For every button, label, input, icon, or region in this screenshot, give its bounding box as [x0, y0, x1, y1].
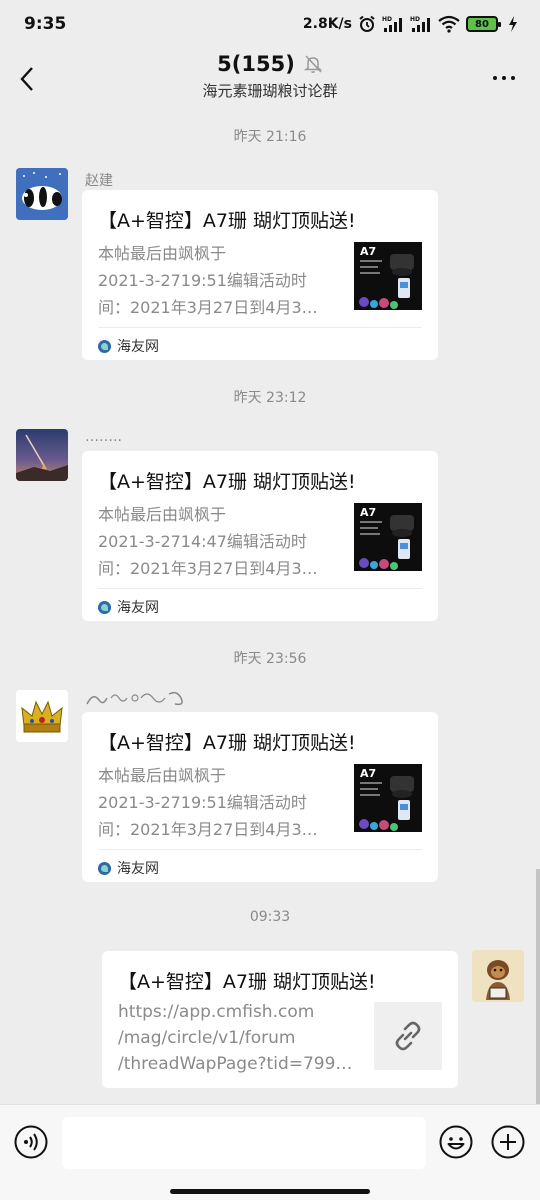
my-avatar[interactable]	[472, 950, 524, 1002]
mute-bell-icon	[303, 55, 323, 73]
scrollbar[interactable]	[536, 869, 540, 1104]
home-indicator[interactable]	[170, 1189, 370, 1194]
card-description: 本帖最后由飒枫于 2021-3-2719:51编辑活动时 间：2021年3月27…	[98, 244, 318, 317]
card-divider	[98, 849, 422, 850]
back-button[interactable]	[14, 62, 40, 96]
source-logo-icon	[98, 600, 111, 614]
message-timestamp: 昨天 21:16	[233, 129, 307, 145]
status-icons: 2.8K/s HD HD 80	[303, 15, 518, 33]
card-divider	[98, 327, 422, 328]
svg-text:HD: HD	[382, 16, 392, 23]
card-title: 【A+智控】A7珊 瑚灯顶贴送!	[98, 471, 356, 493]
wifi-icon	[438, 15, 460, 33]
avatar[interactable]	[16, 168, 68, 220]
more-button[interactable]	[490, 66, 518, 90]
svg-text:HD: HD	[410, 16, 420, 23]
card-source: 海友网	[98, 336, 159, 356]
card-description: 本帖最后由飒枫于 2021-3-2714:47编辑活动时 间：2021年3月27…	[98, 505, 318, 578]
chat-title-row: 5(155)	[217, 52, 323, 76]
charging-icon	[508, 16, 518, 32]
voice-button[interactable]	[14, 1125, 48, 1159]
card-thumbnail: A7	[354, 764, 422, 832]
message-timestamp: 昨天 23:56	[233, 651, 307, 667]
battery-level: 80	[475, 18, 489, 30]
sender-name-decorative	[85, 688, 189, 714]
back-icon	[20, 67, 33, 91]
emoji-button[interactable]	[439, 1125, 473, 1159]
source-logo-icon	[98, 861, 111, 875]
chat-subtitle: 海元素珊瑚粮讨论群	[202, 82, 338, 100]
source-name: 海友网	[117, 600, 159, 616]
card-title: 【A+智控】A7珊 瑚灯顶贴送!	[98, 732, 356, 754]
link-card-message[interactable]: 【A+智控】A7珊 瑚灯顶贴送! 本帖最后由飒枫于 2021-3-2719:51…	[82, 190, 438, 360]
sender-name: ……..	[85, 429, 122, 445]
more-functions-button[interactable]	[491, 1125, 525, 1159]
link-url: https://app.cmfish.com /mag/circle/v1/fo…	[118, 1002, 353, 1074]
message-timestamp: 09:33	[249, 909, 291, 925]
message-input[interactable]	[62, 1117, 426, 1169]
alarm-icon	[358, 15, 376, 33]
card-divider	[98, 588, 422, 589]
source-name: 海友网	[117, 339, 159, 355]
more-icon	[493, 76, 515, 80]
source-name: 海友网	[117, 861, 159, 877]
avatar[interactable]	[16, 690, 68, 742]
source-logo-icon	[98, 339, 111, 353]
network-speed: 2.8K/s	[302, 16, 352, 32]
avatar[interactable]	[16, 429, 68, 481]
card-description: 本帖最后由飒枫于 2021-3-2719:51编辑活动时 间：2021年3月27…	[98, 766, 318, 839]
message-timestamp: 昨天 23:12	[233, 390, 307, 406]
card-title: 【A+智控】A7珊 瑚灯顶贴送!	[98, 210, 356, 232]
card-source: 海友网	[98, 858, 159, 878]
link-card-message[interactable]: 【A+智控】A7珊 瑚灯顶贴送! 本帖最后由飒枫于 2021-3-2714:47…	[82, 451, 438, 621]
decorative-name-graphic	[86, 691, 183, 706]
chat-messages[interactable]: 昨天 21:16 赵建 【A+智控】A7珊 瑚灯顶贴送! 本帖最后由飒枫于 20…	[0, 112, 540, 1104]
card-thumbnail: A7	[354, 503, 422, 571]
chat-title-area[interactable]: 5(155) 海元素珊瑚粮讨论群	[110, 52, 430, 101]
card-source: 海友网	[98, 597, 159, 617]
emoji-icon	[439, 1125, 473, 1159]
link-title: 【A+智控】A7珊 瑚灯顶贴送!	[118, 971, 376, 993]
own-link-message[interactable]: 【A+智控】A7珊 瑚灯顶贴送! https://app.cmfish.com …	[102, 951, 458, 1088]
link-icon	[395, 1021, 421, 1051]
signal-hd-icon: HD	[410, 15, 432, 33]
link-thumbnail	[374, 1002, 442, 1070]
input-bar	[0, 1104, 540, 1200]
voice-icon	[14, 1125, 48, 1159]
status-time: 9:35	[24, 14, 67, 34]
link-card-message[interactable]: 【A+智控】A7珊 瑚灯顶贴送! 本帖最后由飒枫于 2021-3-2719:51…	[82, 712, 438, 882]
plus-icon	[491, 1125, 525, 1159]
card-thumbnail: A7	[354, 242, 422, 310]
chat-header: 5(155) 海元素珊瑚粮讨论群	[0, 48, 540, 110]
sender-name: 赵建	[85, 173, 113, 189]
status-bar: 9:35 2.8K/s HD HD 80	[0, 0, 540, 48]
signal-hd-icon: HD	[382, 15, 404, 33]
chat-title: 5(155)	[217, 52, 295, 76]
battery-icon: 80	[466, 16, 501, 32]
